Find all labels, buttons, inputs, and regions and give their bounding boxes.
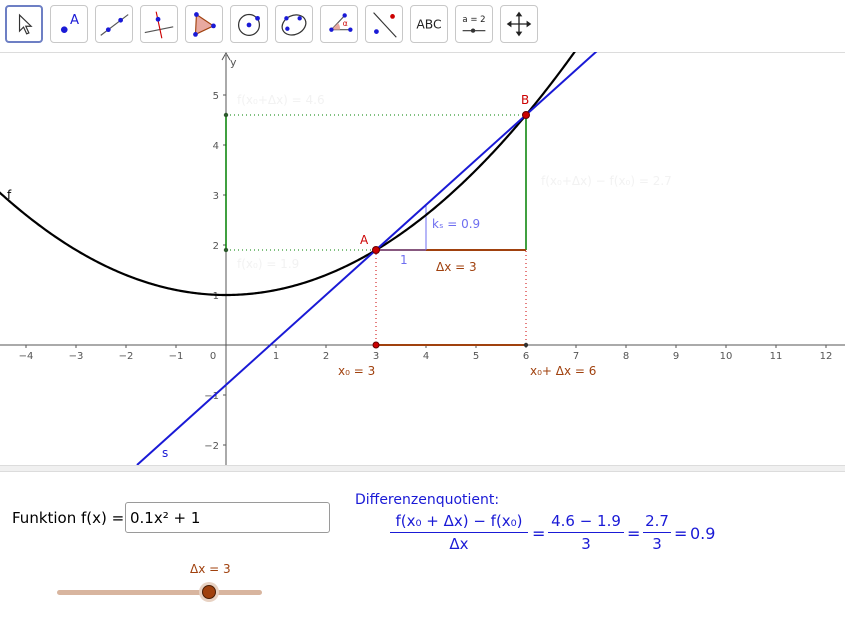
y-tick-label: 5 <box>213 91 219 102</box>
toolbar: A α ABC a = 2 <box>0 0 845 53</box>
equals-sign-3: = <box>674 524 688 543</box>
perpendicular-line-icon <box>144 11 174 39</box>
x-tick-label: 11 <box>770 351 783 362</box>
result-value: 0.9 <box>690 524 716 543</box>
slope-label: kₛ = 0.9 <box>432 217 480 231</box>
frac-numeric: 4.6 − 1.9 3 <box>548 512 624 553</box>
reflect-tool-button[interactable] <box>365 5 403 43</box>
angle-tool-label: α <box>343 19 348 28</box>
conic-tool-button[interactable] <box>275 5 313 43</box>
delta-x-label: Δx = 3 <box>436 260 477 274</box>
x-tick-label: −4 <box>19 351 34 362</box>
circle-icon <box>237 13 261 36</box>
ellipse-icon <box>281 14 307 36</box>
move-tool-button[interactable] <box>5 5 43 43</box>
x-tick-label: 8 <box>623 351 629 362</box>
polygon-tool-button[interactable] <box>185 5 223 43</box>
point-f-x0-dx-on-y-axis <box>223 112 229 118</box>
move-arrows-icon <box>506 11 532 37</box>
polygon-icon <box>193 12 216 37</box>
reflect-icon <box>373 12 397 38</box>
f-x0-dx-label: f(x₀+Δx) = 4.6 <box>237 93 325 107</box>
line-tool-button[interactable] <box>95 5 133 43</box>
frac-simplified-denominator: 3 <box>652 535 662 553</box>
slider-tool-button[interactable]: a = 2 <box>455 5 493 43</box>
x-tick-label: 4 <box>423 351 429 362</box>
move-graphics-view-tool-button[interactable] <box>500 5 538 43</box>
frac-simplified-numerator: 2.7 <box>643 512 671 533</box>
frac-symbolic: f(x₀ + Δx) − f(x₀) Δx <box>390 512 528 553</box>
y-axis-label: y <box>230 56 237 69</box>
function-label: f <box>7 188 12 202</box>
point-x0-on-x-axis[interactable] <box>372 341 380 349</box>
function-input[interactable] <box>125 502 330 533</box>
x-tick-label: 5 <box>473 351 479 362</box>
slope-run-label: 1 <box>400 253 408 267</box>
point-b-label: B <box>521 93 529 107</box>
text-tool-button[interactable]: ABC <box>410 5 448 43</box>
equals-sign-1: = <box>532 524 546 543</box>
y-tick-label: −2 <box>204 441 219 452</box>
delta-x-slider-label: Δx = 3 <box>190 562 231 576</box>
view-divider[interactable] <box>0 465 845 472</box>
algebra-panel: Funktion f(x) = Δx = 3 Differenzenquotie… <box>0 472 845 636</box>
point-tool-button[interactable]: A <box>50 5 88 43</box>
frac-numeric-numerator: 4.6 − 1.9 <box>548 512 624 533</box>
x-tick-label: 12 <box>820 351 833 362</box>
angle-icon: α <box>329 13 353 32</box>
x-tick-label: 9 <box>673 351 679 362</box>
perpendicular-line-tool-button[interactable] <box>140 5 178 43</box>
secant-label: s <box>162 446 168 460</box>
y-tick-label: 2 <box>213 241 219 252</box>
delta-x-slider-track[interactable] <box>57 590 262 595</box>
x-tick-label: 1 <box>273 351 279 362</box>
graphics-view[interactable]: −4−3−2−1012345678910111254321−1−2 y <box>0 52 845 465</box>
x-tick-label: 0 <box>210 351 216 362</box>
slider-tool-label: a = 2 <box>462 15 485 25</box>
y-tick-label: 4 <box>213 141 219 152</box>
slider-icon: a = 2 <box>462 15 486 33</box>
function-input-label: Funktion f(x) = <box>12 509 125 527</box>
point-b[interactable] <box>522 111 530 119</box>
x-tick-label: 3 <box>373 351 379 362</box>
point-x0-dx-on-x-axis <box>523 342 529 348</box>
x-tick-label: −2 <box>119 351 134 362</box>
point-tool-label: A <box>70 13 79 28</box>
x-tick-label: 2 <box>323 351 329 362</box>
circle-tool-button[interactable] <box>230 5 268 43</box>
x0-label: x₀ = 3 <box>338 364 375 378</box>
delta-x-slider-knob[interactable] <box>202 585 216 599</box>
equals-sign-2: = <box>627 524 641 543</box>
angle-tool-button[interactable]: α <box>320 5 358 43</box>
x-tick-label: 10 <box>720 351 733 362</box>
y-tick-label: 3 <box>213 191 219 202</box>
x-tick-label: 6 <box>523 351 529 362</box>
frac-numeric-denominator: 3 <box>581 535 591 553</box>
frac-symbolic-numerator: f(x₀ + Δx) − f(x₀) <box>390 512 528 533</box>
y-tick-label: 1 <box>213 291 219 302</box>
difference-quotient-title: Differenzenquotient: <box>355 492 500 508</box>
axis-ticks: −4−3−2−1012345678910111254321−1−2 <box>19 91 833 452</box>
line-icon <box>100 14 129 36</box>
x-tick-label: −1 <box>169 351 184 362</box>
point-a[interactable] <box>372 246 380 254</box>
point-icon: A <box>60 13 79 33</box>
x-tick-label: 7 <box>573 351 579 362</box>
x0-dx-label: x₀+ Δx = 6 <box>530 364 596 378</box>
text-tool-label: ABC <box>416 18 441 32</box>
text-icon: ABC <box>416 18 441 32</box>
frac-simplified: 2.7 3 <box>643 512 671 553</box>
point-a-label: A <box>360 233 369 247</box>
difference-quotient-formula: f(x₀ + Δx) − f(x₀) Δx = 4.6 − 1.9 3 = 2.… <box>390 512 730 556</box>
cursor-arrow-icon <box>18 13 33 35</box>
point-f-x0-on-y-axis <box>223 247 229 253</box>
graphics-canvas[interactable]: −4−3−2−1012345678910111254321−1−2 y <box>0 52 845 465</box>
x-tick-label: −3 <box>69 351 84 362</box>
f-x0-label: f(x₀) = 1.9 <box>237 257 299 271</box>
delta-f-label: f(x₀+Δx) − f(x₀) = 2.7 <box>541 174 672 188</box>
frac-symbolic-denominator: Δx <box>449 535 469 553</box>
